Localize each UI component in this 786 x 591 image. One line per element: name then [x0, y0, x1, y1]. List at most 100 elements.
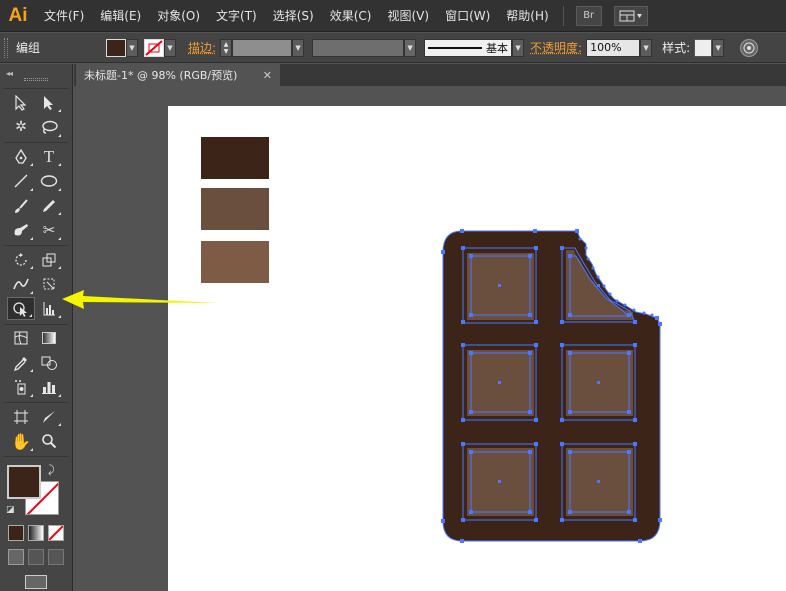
perspective-grid-tool[interactable]: [35, 297, 63, 320]
scissors-tool-icon: ✂: [42, 221, 56, 239]
color-mode-buttons: [0, 525, 72, 541]
paintbrush-tool-icon: [15, 198, 28, 213]
change-screen-mode-button[interactable]: [25, 575, 47, 589]
zoom-tool[interactable]: [35, 430, 63, 453]
chevron-down-icon[interactable]: ▼: [512, 38, 525, 57]
artboard[interactable]: [168, 106, 786, 591]
blob-brush-tool-icon: [14, 224, 28, 236]
scissors-tool[interactable]: ✂: [35, 219, 63, 242]
eyedropper-tool[interactable]: [7, 351, 35, 374]
menu-select[interactable]: 选择(S): [265, 0, 322, 32]
menu-type[interactable]: 文字(T): [208, 0, 265, 32]
canvas-area[interactable]: [74, 86, 786, 591]
blob-brush-tool[interactable]: [7, 219, 35, 242]
opacity-label[interactable]: 不透明度:: [530, 39, 582, 56]
pen-tool-icon: [15, 148, 27, 164]
ellipse-tool[interactable]: [35, 170, 63, 193]
bridge-button[interactable]: Br: [575, 5, 602, 26]
chevron-down-icon[interactable]: ▼: [164, 38, 176, 57]
magic-wand-tool[interactable]: ✲: [7, 116, 35, 139]
opacity-field[interactable]: 100%: [586, 38, 641, 57]
paintbrush-tool[interactable]: [7, 194, 35, 217]
menu-view[interactable]: 视图(V): [379, 0, 437, 32]
panel-grip[interactable]: [24, 78, 48, 81]
brush-style-field[interactable]: [312, 38, 405, 57]
menu-bar: Ai 文件(F) 编辑(E) 对象(O) 文字(T) 选择(S) 效果(C) 视…: [0, 0, 786, 32]
draw-normal-button[interactable]: [8, 549, 24, 565]
stroke-profile-label: 基本: [486, 41, 509, 55]
default-fill-stroke-icon[interactable]: ◪: [6, 505, 15, 515]
pencil-tool[interactable]: [35, 194, 63, 217]
perspective-grid-tool-icon: [43, 301, 55, 315]
document-tab[interactable]: 未标题-1* @ 98% (RGB/预览) ✕: [76, 64, 280, 86]
shape-builder-tool[interactable]: [7, 297, 35, 320]
stroke-profile-field[interactable]: 基本: [424, 38, 513, 57]
menu-object[interactable]: 对象(O): [149, 0, 208, 32]
direct-selection-tool[interactable]: [35, 91, 63, 114]
menu-file[interactable]: 文件(F): [36, 0, 92, 32]
artboard-tool[interactable]: [7, 405, 35, 428]
free-transform-tool[interactable]: [35, 273, 63, 296]
width-tool-icon: [13, 278, 29, 290]
menu-help[interactable]: 帮助(H): [498, 0, 556, 32]
free-transform-tool-icon: [43, 278, 55, 290]
menu-edit[interactable]: 编辑(E): [92, 0, 149, 32]
type-tool[interactable]: T: [35, 145, 63, 168]
gradient-mode-button[interactable]: [28, 525, 44, 541]
symbol-sprayer-tool[interactable]: [7, 376, 35, 399]
tools-panel: ◂◂ ✲ T ✂ ✋ ⤸ ◪: [0, 64, 73, 591]
menu-effect[interactable]: 效果(C): [322, 0, 380, 32]
draw-inside-button[interactable]: [48, 549, 64, 565]
chevron-down-icon[interactable]: ▼: [126, 38, 138, 57]
collapse-panel-icon[interactable]: ◂◂: [6, 69, 13, 78]
rotate-tool[interactable]: [7, 248, 35, 271]
graphic-style-label: 样式:: [662, 41, 691, 55]
mesh-tool[interactable]: [7, 327, 35, 350]
stroke-profile-preview: [428, 46, 483, 49]
close-icon[interactable]: ✕: [263, 69, 272, 82]
hand-tool-icon: ✋: [11, 431, 31, 451]
zoom-tool-icon: [42, 434, 57, 449]
line-segment-tool-icon: [14, 174, 28, 188]
line-segment-tool[interactable]: [7, 170, 35, 193]
chevron-down-icon[interactable]: ▼: [640, 38, 653, 57]
pen-tool[interactable]: [7, 145, 35, 168]
gradient-tool[interactable]: [35, 327, 63, 350]
document-tab-bar: 未标题-1* @ 98% (RGB/预览) ✕: [74, 64, 786, 86]
draw-behind-button[interactable]: [28, 549, 44, 565]
column-graph-tool[interactable]: [35, 376, 63, 399]
chevron-down-icon[interactable]: ▼: [404, 38, 417, 57]
scale-tool[interactable]: [35, 248, 63, 271]
selection-tool[interactable]: [7, 91, 35, 114]
stroke-color-dropdown[interactable]: ▼: [144, 38, 176, 57]
swap-fill-stroke-icon[interactable]: ⤸: [48, 463, 55, 477]
fill-color-box[interactable]: [7, 465, 41, 499]
chevron-down-icon[interactable]: ▼: [712, 38, 725, 57]
chevron-down-icon[interactable]: ▼: [292, 38, 305, 57]
lasso-tool-icon: [42, 120, 58, 134]
tool-divider: [4, 142, 68, 143]
fill-color-dropdown[interactable]: ▼: [106, 38, 138, 57]
fill-swatch[interactable]: [106, 38, 126, 57]
blend-tool[interactable]: [35, 351, 63, 374]
stroke-weight-stepper[interactable]: ▲ ▼: [220, 38, 233, 57]
control-bar-grip[interactable]: [4, 37, 8, 58]
document-tab-title: 未标题-1* @ 98% (RGB/预览): [84, 69, 238, 82]
arrange-documents-button[interactable]: [613, 5, 648, 26]
blend-tool-icon: [41, 356, 57, 370]
graphic-style-swatch[interactable]: [694, 38, 713, 57]
slice-tool[interactable]: [35, 405, 63, 428]
stroke-none-swatch[interactable]: [144, 38, 164, 57]
hand-tool[interactable]: ✋: [7, 430, 35, 453]
lasso-tool[interactable]: [35, 116, 63, 139]
tools-panel-header[interactable]: ◂◂: [0, 64, 72, 86]
width-tool[interactable]: [7, 273, 35, 296]
stroke-weight-field[interactable]: [232, 38, 293, 57]
mesh-tool-icon: [14, 331, 28, 345]
none-mode-button[interactable]: [48, 525, 64, 541]
color-mode-button[interactable]: [8, 525, 24, 541]
menu-window[interactable]: 窗口(W): [437, 0, 498, 32]
recolor-artwork-button[interactable]: [740, 38, 759, 57]
magic-wand-tool-icon: ✲: [15, 119, 27, 135]
stroke-label[interactable]: 描边:: [188, 39, 216, 56]
